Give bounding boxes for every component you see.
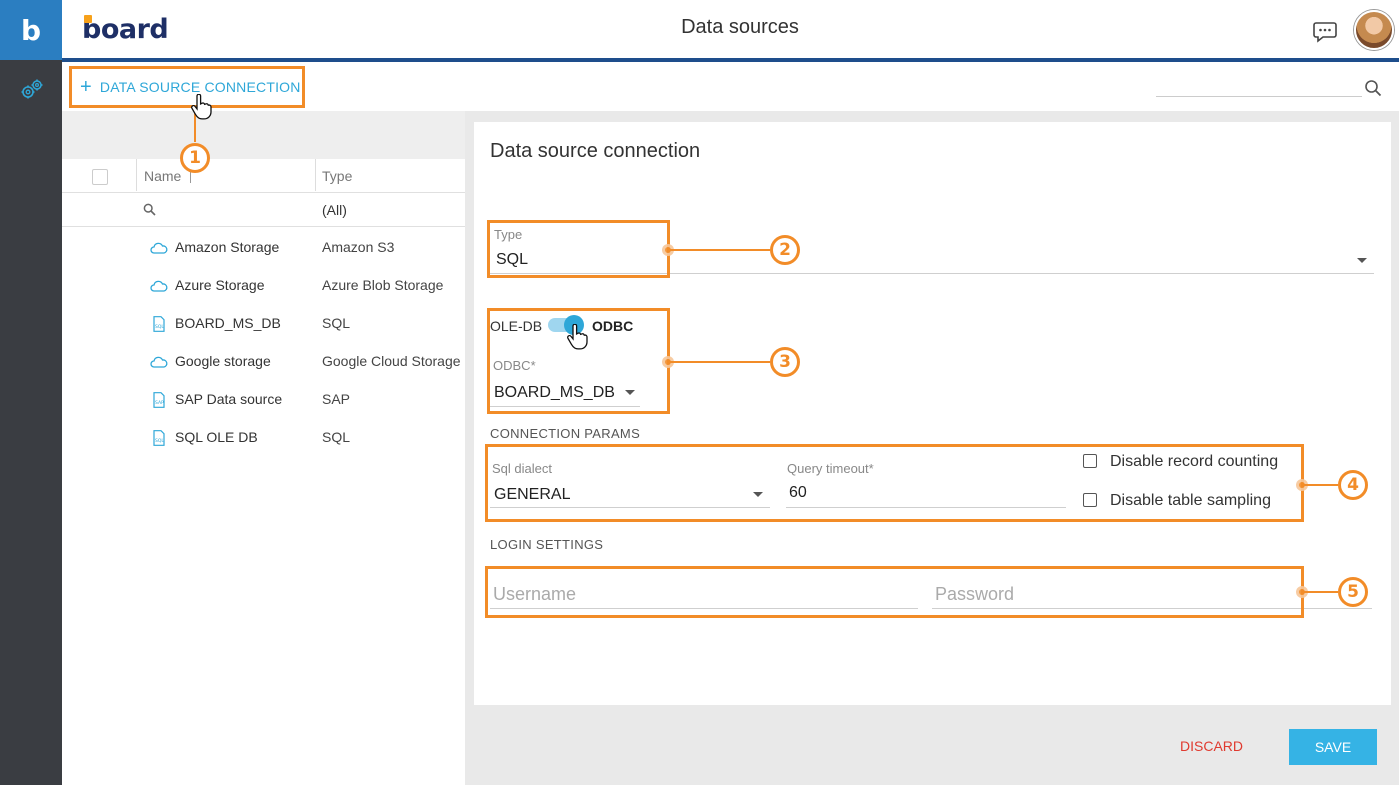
callout-badge: 1 [180, 143, 210, 173]
hand-cursor-icon [191, 94, 212, 120]
row-type: SQL [322, 315, 351, 331]
row-name: Azure Storage [175, 277, 265, 293]
left-rail [0, 0, 62, 785]
discard-button[interactable]: DISCARD [1180, 738, 1243, 754]
row-name: Google storage [175, 353, 271, 369]
callout-connector [1302, 591, 1338, 593]
column-separator [136, 159, 137, 191]
row-name: BOARD_MS_DB [175, 315, 281, 331]
sap-file-icon: SAP [153, 392, 165, 408]
type-filter-value[interactable]: (All) [322, 202, 347, 218]
brand-logo-accent [84, 15, 92, 23]
callout-highlight [487, 220, 670, 278]
header-divider [62, 192, 465, 193]
callout-connector [668, 249, 770, 251]
page-title: Data sources [681, 16, 799, 38]
row-name: SQL OLE DB [175, 429, 258, 445]
callout-badge: 4 [1338, 470, 1368, 500]
form-title: Data source connection [490, 140, 701, 162]
logo-letter: b [20, 13, 42, 47]
cloud-icon [150, 280, 168, 292]
connection-params-heading: CONNECTION PARAMS [490, 426, 641, 441]
svg-text:SQL: SQL [155, 324, 164, 330]
callout-badge: 2 [770, 235, 800, 265]
callout-badge: 5 [1338, 577, 1368, 607]
search-input[interactable] [1156, 96, 1362, 97]
login-settings-heading: LOGIN SETTINGS [490, 537, 604, 552]
list-item[interactable]: Google storage Google Cloud Storage [62, 343, 465, 381]
list-item[interactable]: SQL BOARD_MS_DB SQL [62, 305, 465, 343]
filter-search-icon[interactable] [143, 203, 156, 216]
list-item[interactable]: SQL SQL OLE DB SQL [62, 419, 465, 457]
row-type: Amazon S3 [322, 239, 395, 255]
header-accent-line [62, 58, 1399, 62]
row-name: SAP Data source [175, 391, 283, 407]
chat-icon[interactable] [1312, 19, 1338, 43]
callout-highlight [485, 566, 1304, 618]
cloud-icon [150, 356, 168, 368]
list-top-band [62, 111, 465, 159]
row-type: SAP [322, 391, 351, 407]
search-icon[interactable] [1364, 79, 1382, 97]
list-item[interactable]: Azure Storage Azure Blob Storage [62, 267, 465, 305]
user-avatar[interactable] [1354, 10, 1394, 50]
row-type: Azure Blob Storage [322, 277, 444, 293]
list-item[interactable]: SAP SAP Data source SAP [62, 381, 465, 419]
save-button[interactable]: SAVE [1289, 729, 1377, 765]
svg-text:SQL: SQL [155, 438, 164, 444]
callout-connector [668, 361, 770, 363]
filter-divider [62, 226, 465, 227]
callout-highlight [69, 66, 305, 108]
board-logo-button[interactable]: b [0, 0, 62, 60]
cloud-icon [150, 242, 168, 254]
chevron-down-icon[interactable] [1357, 258, 1367, 263]
column-header-type[interactable]: Type [322, 168, 352, 184]
sql-file-icon: SQL [153, 430, 165, 446]
hand-cursor-icon [567, 324, 588, 350]
column-header-name[interactable]: Name [144, 168, 181, 184]
list-item[interactable]: Amazon Storage Amazon S3 [62, 229, 465, 267]
callout-badge: 3 [770, 347, 800, 377]
svg-text:SAP: SAP [155, 400, 164, 406]
column-separator [315, 159, 316, 191]
brand-logo: board [82, 14, 169, 45]
callout-highlight [485, 444, 1304, 522]
sql-file-icon: SQL [153, 316, 165, 332]
sort-indicator [190, 171, 191, 183]
row-type: SQL [322, 429, 351, 445]
gears-icon[interactable] [19, 78, 45, 102]
callout-connector [1302, 484, 1338, 486]
row-type: Google Cloud Storage [322, 353, 461, 369]
select-all-checkbox[interactable] [92, 169, 108, 185]
row-name: Amazon Storage [175, 239, 280, 255]
